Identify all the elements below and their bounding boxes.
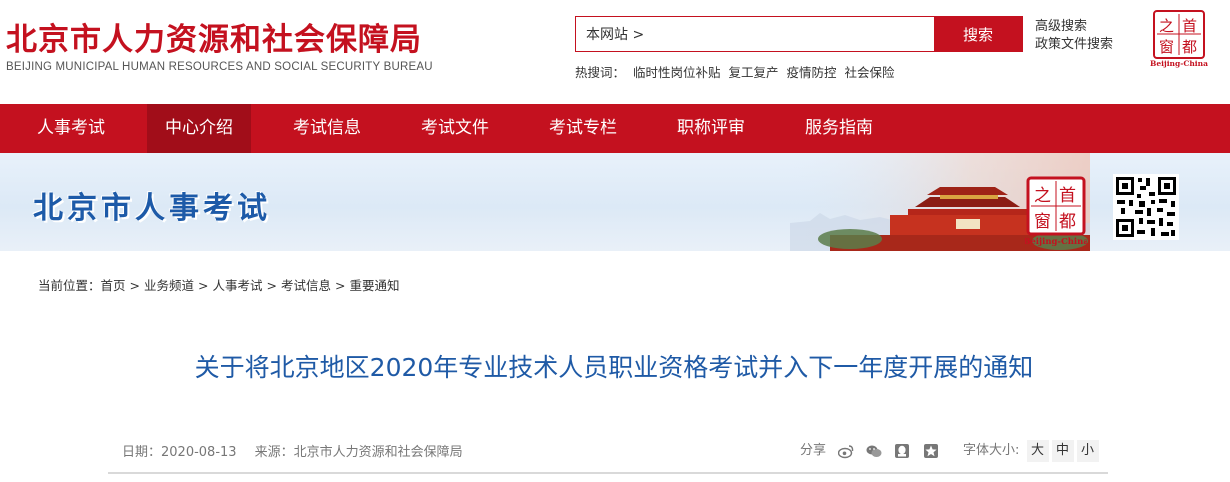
font-size-large-button[interactable]: 大: [1026, 440, 1049, 462]
breadcrumb-personnel-exam[interactable]: 人事考试: [213, 278, 263, 293]
article-title: 关于将北京地区2020年专业技术人员职业资格考试并入下一年度开展的通知: [194, 353, 1034, 382]
main-nav: 人事考试 中心介绍 考试信息 考试文件 考试专栏 职称评审 服务指南: [0, 104, 1230, 153]
qr-code-icon: [1113, 174, 1179, 240]
site-title[interactable]: 北京市人力资源和社会保障局: [6, 14, 422, 59]
search-box: 搜索: [575, 16, 1023, 52]
hot-word-1[interactable]: 临时性岗位补贴: [633, 65, 721, 80]
nav-item-exam-info[interactable]: 考试信息: [275, 104, 379, 153]
hot-word-3[interactable]: 疫情防控: [787, 65, 837, 80]
qzone-share-icon[interactable]: [923, 443, 939, 459]
font-size-medium-button[interactable]: 中: [1051, 440, 1074, 462]
weibo-share-icon[interactable]: [838, 443, 854, 459]
nav-item-title-review[interactable]: 职称评审: [659, 104, 763, 153]
breadcrumb-home[interactable]: 首页: [101, 278, 126, 293]
banner-title: 北京市人事考试: [33, 191, 271, 226]
banner-seal-char-2: 首: [1059, 186, 1076, 206]
site-header: 北京市人力资源和社会保障局 BEIJING MUNICIPAL HUMAN RE…: [0, 0, 1230, 104]
share-label: 分享: [800, 443, 827, 458]
hot-search-label: 热搜词：: [575, 65, 626, 80]
article-source: 来源：北京市人力资源和社会保障局: [254, 445, 463, 460]
banner-seal-icon: 之 首 窗 都 Beijing-China: [1025, 176, 1087, 247]
advanced-links: 高级搜索 政策文件搜索: [1035, 18, 1113, 54]
font-size-control: 字体大小: 大中小: [963, 439, 1099, 462]
article-meta: 日期：2020-08-13 来源：北京市人力资源和社会保障局: [122, 441, 481, 460]
search-input[interactable]: [576, 17, 934, 51]
seal-char-1: 之: [1159, 17, 1174, 35]
seal-char-4: 都: [1182, 38, 1197, 56]
seal-char-2: 首: [1182, 17, 1197, 35]
seal-char-3: 窗: [1159, 38, 1174, 56]
font-size-label: 字体大小:: [963, 443, 1020, 458]
nav-item-exam-column[interactable]: 考试专栏: [531, 104, 635, 153]
content-panel: 当前位置：首页 > 业务频道 > 人事考试 > 考试信息 > 重要通知 关于将北京地区2020年…: [8, 253, 1220, 482]
banner-seal-caption: Beijing-China: [1025, 237, 1087, 247]
banner-seal-char-4: 都: [1059, 212, 1076, 232]
qq-share-icon[interactable]: [894, 443, 910, 459]
breadcrumb-important-notice[interactable]: 重要通知: [350, 278, 400, 293]
advanced-search-link[interactable]: 高级搜索: [1035, 18, 1113, 36]
hot-search: 热搜词： 临时性岗位补贴 复工复产 疫情防控 社会保险: [575, 62, 895, 81]
wechat-share-icon[interactable]: [866, 443, 882, 459]
nav-item-exam-home[interactable]: 人事考试: [18, 104, 124, 153]
meta-divider: [108, 472, 1108, 474]
breadcrumb-exam-info[interactable]: 考试信息: [281, 278, 331, 293]
font-size-small-button[interactable]: 小: [1076, 440, 1099, 462]
seal-caption: Beijing-China: [1150, 59, 1208, 68]
nav-item-center-intro[interactable]: 中心介绍: [147, 104, 251, 153]
nav-item-exam-docs[interactable]: 考试文件: [403, 104, 507, 153]
policy-search-link[interactable]: 政策文件搜索: [1035, 36, 1113, 54]
hot-word-4[interactable]: 社会保险: [845, 65, 895, 80]
banner-seal-char-3: 窗: [1034, 212, 1051, 232]
capital-window-seal-icon: 之 首 窗 都 Beijing-China: [1150, 10, 1208, 68]
breadcrumb-label: 当前位置：: [38, 278, 101, 293]
share-bar: 分享: [800, 439, 939, 459]
nav-item-service-guide[interactable]: 服务指南: [787, 104, 891, 153]
hot-word-2[interactable]: 复工复产: [729, 65, 779, 80]
article-date: 日期：2020-08-13: [122, 445, 237, 460]
breadcrumb-business-channel[interactable]: 业务频道: [144, 278, 194, 293]
banner: 北京市人事考试 之 首 窗 都 Beijing-China: [0, 153, 1230, 251]
search-button[interactable]: 搜索: [934, 17, 1022, 51]
site-subtitle: BEIJING MUNICIPAL HUMAN RESOURCES AND SO…: [6, 61, 433, 73]
breadcrumb: 当前位置：首页 > 业务频道 > 人事考试 > 考试信息 > 重要通知: [38, 278, 400, 293]
banner-seal-char-1: 之: [1034, 186, 1051, 206]
